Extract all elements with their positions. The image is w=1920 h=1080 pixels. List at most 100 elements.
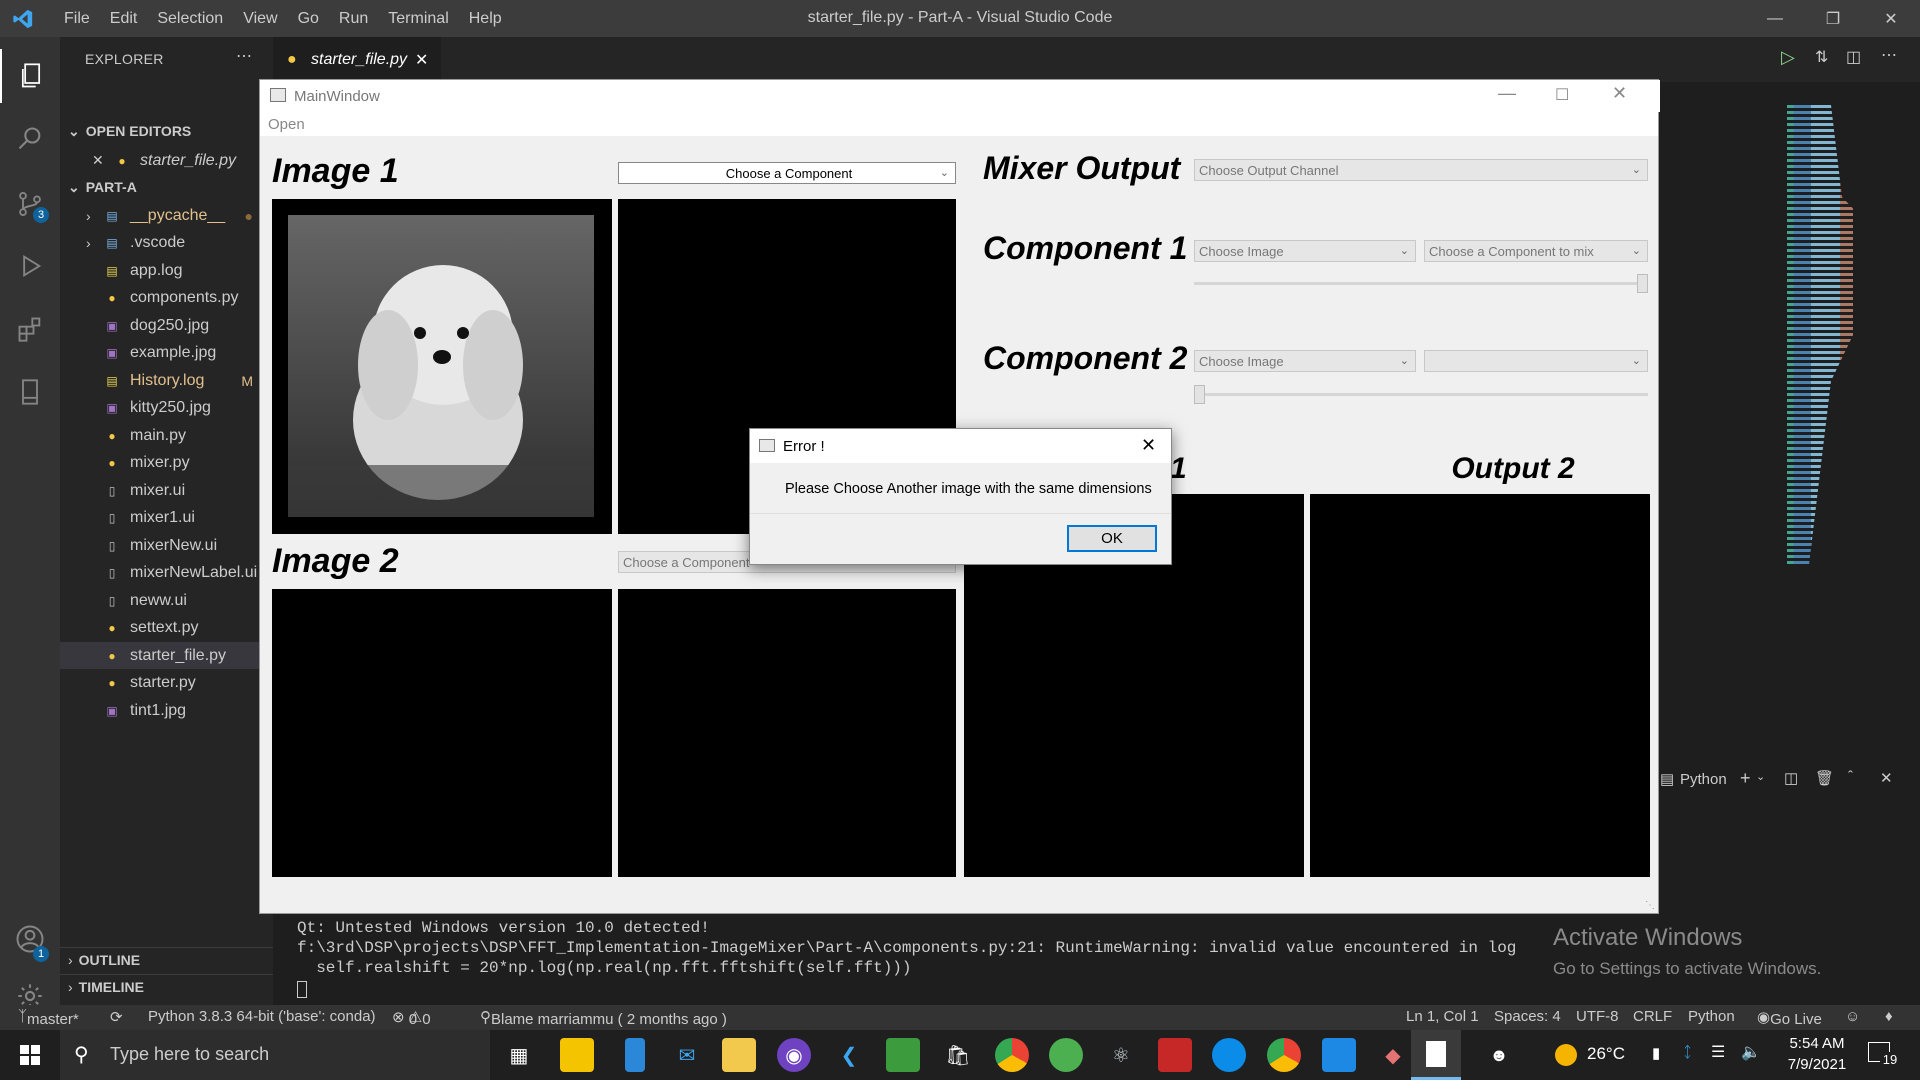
file-item[interactable]: ● starter_file.py — [60, 642, 273, 669]
close-icon[interactable]: ✕ — [1862, 0, 1920, 37]
close-panel-icon[interactable]: ✕ — [1880, 769, 1893, 787]
file-item[interactable]: ▯ mixer1.ui — [60, 505, 273, 532]
menu-item-selection[interactable]: Selection — [147, 10, 233, 28]
sync-icon[interactable]: ⟳ — [110, 1008, 123, 1026]
file-item[interactable]: ▣ tint1.jpg — [60, 697, 273, 724]
chevron-up-icon[interactable]: ˆ — [1848, 768, 1853, 785]
taskbar-search[interactable]: ⚲ Type here to search — [60, 1030, 490, 1080]
cursor-position[interactable]: Ln 1, Col 1 — [1406, 1008, 1479, 1025]
minimize-icon[interactable]: — — [1746, 0, 1804, 37]
edge-icon[interactable] — [1212, 1038, 1246, 1072]
bell-icon[interactable]: ♦ — [1885, 1008, 1893, 1025]
close-icon[interactable]: ✕ — [1141, 435, 1156, 456]
notepad-icon[interactable] — [1411, 1030, 1461, 1080]
eol-status[interactable]: CRLF — [1633, 1008, 1672, 1025]
node-icon[interactable] — [886, 1038, 920, 1072]
notifications-count[interactable]: 19 — [1880, 1052, 1900, 1068]
file-item[interactable]: ▯ mixer.ui — [60, 477, 273, 504]
component1-slider[interactable] — [1194, 274, 1648, 293]
add-terminal-icon[interactable]: + — [1740, 768, 1751, 789]
timeline-section[interactable]: › TIMELINE — [60, 974, 273, 998]
qt-icon[interactable] — [1049, 1038, 1083, 1072]
feedback-icon[interactable]: ☺ — [1845, 1008, 1860, 1025]
slider-handle[interactable] — [1637, 274, 1648, 293]
slider-handle[interactable] — [1194, 385, 1205, 404]
source-control-icon[interactable]: 3 — [0, 177, 60, 231]
file-item[interactable]: ▯ mixerNew.ui — [60, 532, 273, 559]
volume-icon[interactable]: 🔈 — [1741, 1042, 1761, 1062]
vscode-taskbar-icon[interactable]: ❮ — [832, 1038, 866, 1072]
temperature-label[interactable]: 26°C — [1587, 1044, 1625, 1064]
tab-starter-file[interactable]: ● starter_file.py ✕ — [273, 37, 441, 82]
file-explorer-icon[interactable] — [722, 1038, 756, 1072]
file-item[interactable]: ● starter.py — [60, 670, 273, 697]
minimize-icon[interactable]: — — [1498, 83, 1516, 104]
restore-icon[interactable]: ❐ — [1804, 0, 1862, 37]
split-terminal-icon[interactable]: ◫ — [1784, 769, 1798, 787]
remote-explorer-icon[interactable] — [0, 365, 60, 419]
github-desktop-icon[interactable]: ◉ — [777, 1038, 811, 1072]
menu-item-go[interactable]: Go — [288, 10, 329, 28]
encoding-status[interactable]: UTF-8 — [1576, 1008, 1619, 1025]
chrome-icon[interactable] — [995, 1038, 1029, 1072]
task-view-icon[interactable]: ▦ — [502, 1038, 536, 1072]
project-section[interactable]: ⌄ PART-A — [60, 175, 273, 199]
open-editors-section[interactable]: ⌄ OPEN EDITORS — [60, 119, 273, 143]
problems-status[interactable]: ⊗ 0 ⚠ 0 — [392, 1008, 431, 1028]
menu-item-view[interactable]: View — [233, 10, 287, 28]
app-icon[interactable] — [1158, 1038, 1192, 1072]
branch-status[interactable]: ᛉ master* — [18, 1008, 79, 1028]
explorer-icon[interactable] — [0, 49, 60, 103]
clock-date[interactable]: 7/9/2021 — [1784, 1056, 1850, 1073]
search-icon[interactable] — [0, 112, 60, 166]
ok-button[interactable]: OK — [1067, 525, 1157, 552]
component2-type-select[interactable]: ⌄ — [1424, 350, 1648, 372]
file-item[interactable]: › ▤ .vscode — [60, 230, 273, 257]
maximize-icon[interactable]: ☐ — [1555, 85, 1569, 105]
resize-grip-icon[interactable]: ⋱ — [1645, 900, 1655, 911]
file-item[interactable]: ▤ History.log M — [60, 367, 273, 394]
component1-image-select[interactable]: Choose Image ⌄ — [1194, 240, 1416, 262]
language-status[interactable]: Python — [1688, 1008, 1735, 1025]
accounts-icon[interactable]: 1 — [0, 912, 60, 966]
git-gui-icon[interactable]: ◆ — [1376, 1038, 1410, 1072]
people-icon[interactable]: ☻ — [1482, 1038, 1516, 1072]
golive-status[interactable]: ◉ Go Live — [1757, 1008, 1822, 1028]
close-icon[interactable]: ✕ — [92, 152, 104, 169]
blame-status[interactable]: ⚲ Blame marriammu ( 2 months ago ) — [480, 1008, 727, 1028]
store-icon[interactable]: 🛍 — [941, 1038, 975, 1072]
close-icon[interactable]: ✕ — [1612, 83, 1627, 104]
phone-link-icon[interactable] — [625, 1038, 645, 1072]
component2-image-select[interactable]: Choose Image ⌄ — [1194, 350, 1416, 372]
file-item[interactable]: ▣ kitty250.jpg — [60, 395, 273, 422]
trash-icon[interactable]: 🗑 — [1815, 769, 1834, 787]
run-debug-icon[interactable] — [0, 239, 60, 293]
more-actions-icon[interactable]: ⋯ — [1881, 45, 1897, 65]
indent-status[interactable]: Spaces: 4 — [1494, 1008, 1561, 1025]
file-item[interactable]: ● main.py — [60, 422, 273, 449]
photos-icon[interactable] — [1322, 1038, 1356, 1072]
file-item[interactable]: ▤ app.log — [60, 257, 273, 284]
file-item[interactable]: ● settext.py — [60, 615, 273, 642]
chrome-profile-icon[interactable] — [1267, 1038, 1301, 1072]
file-item[interactable]: ● components.py — [60, 285, 273, 312]
wifi-icon[interactable]: ☰ — [1711, 1042, 1725, 1062]
menu-item-edit[interactable]: Edit — [100, 10, 148, 28]
interpreter-status[interactable]: Python 3.8.3 64-bit ('base': conda) — [148, 1008, 376, 1025]
compare-icon[interactable]: ⇅ — [1815, 47, 1828, 67]
file-item[interactable]: ● mixer.py — [60, 450, 273, 477]
more-actions-icon[interactable]: ⋯ — [236, 46, 252, 66]
outline-section[interactable]: › OUTLINE — [60, 947, 273, 971]
file-item[interactable]: ▯ mixerNewLabel.ui — [60, 560, 273, 587]
split-editor-icon[interactable]: ◫ — [1846, 47, 1861, 67]
chevron-down-icon[interactable]: ⌄ — [1756, 770, 1765, 783]
weather-icon[interactable] — [1555, 1044, 1577, 1066]
image1-component-select[interactable]: Choose a Component ⌄ — [618, 162, 956, 184]
output-channel-select[interactable]: Choose Output Channel ⌄ — [1194, 159, 1648, 181]
extensions-icon[interactable] — [0, 302, 60, 356]
battery-icon[interactable]: ▮ — [1652, 1044, 1660, 1062]
terminal-shell-label[interactable]: Python — [1680, 771, 1727, 788]
component1-type-select[interactable]: Choose a Component to mix ⌄ — [1424, 240, 1648, 262]
menu-item-file[interactable]: File — [54, 10, 100, 28]
menu-item-terminal[interactable]: Terminal — [378, 10, 458, 28]
